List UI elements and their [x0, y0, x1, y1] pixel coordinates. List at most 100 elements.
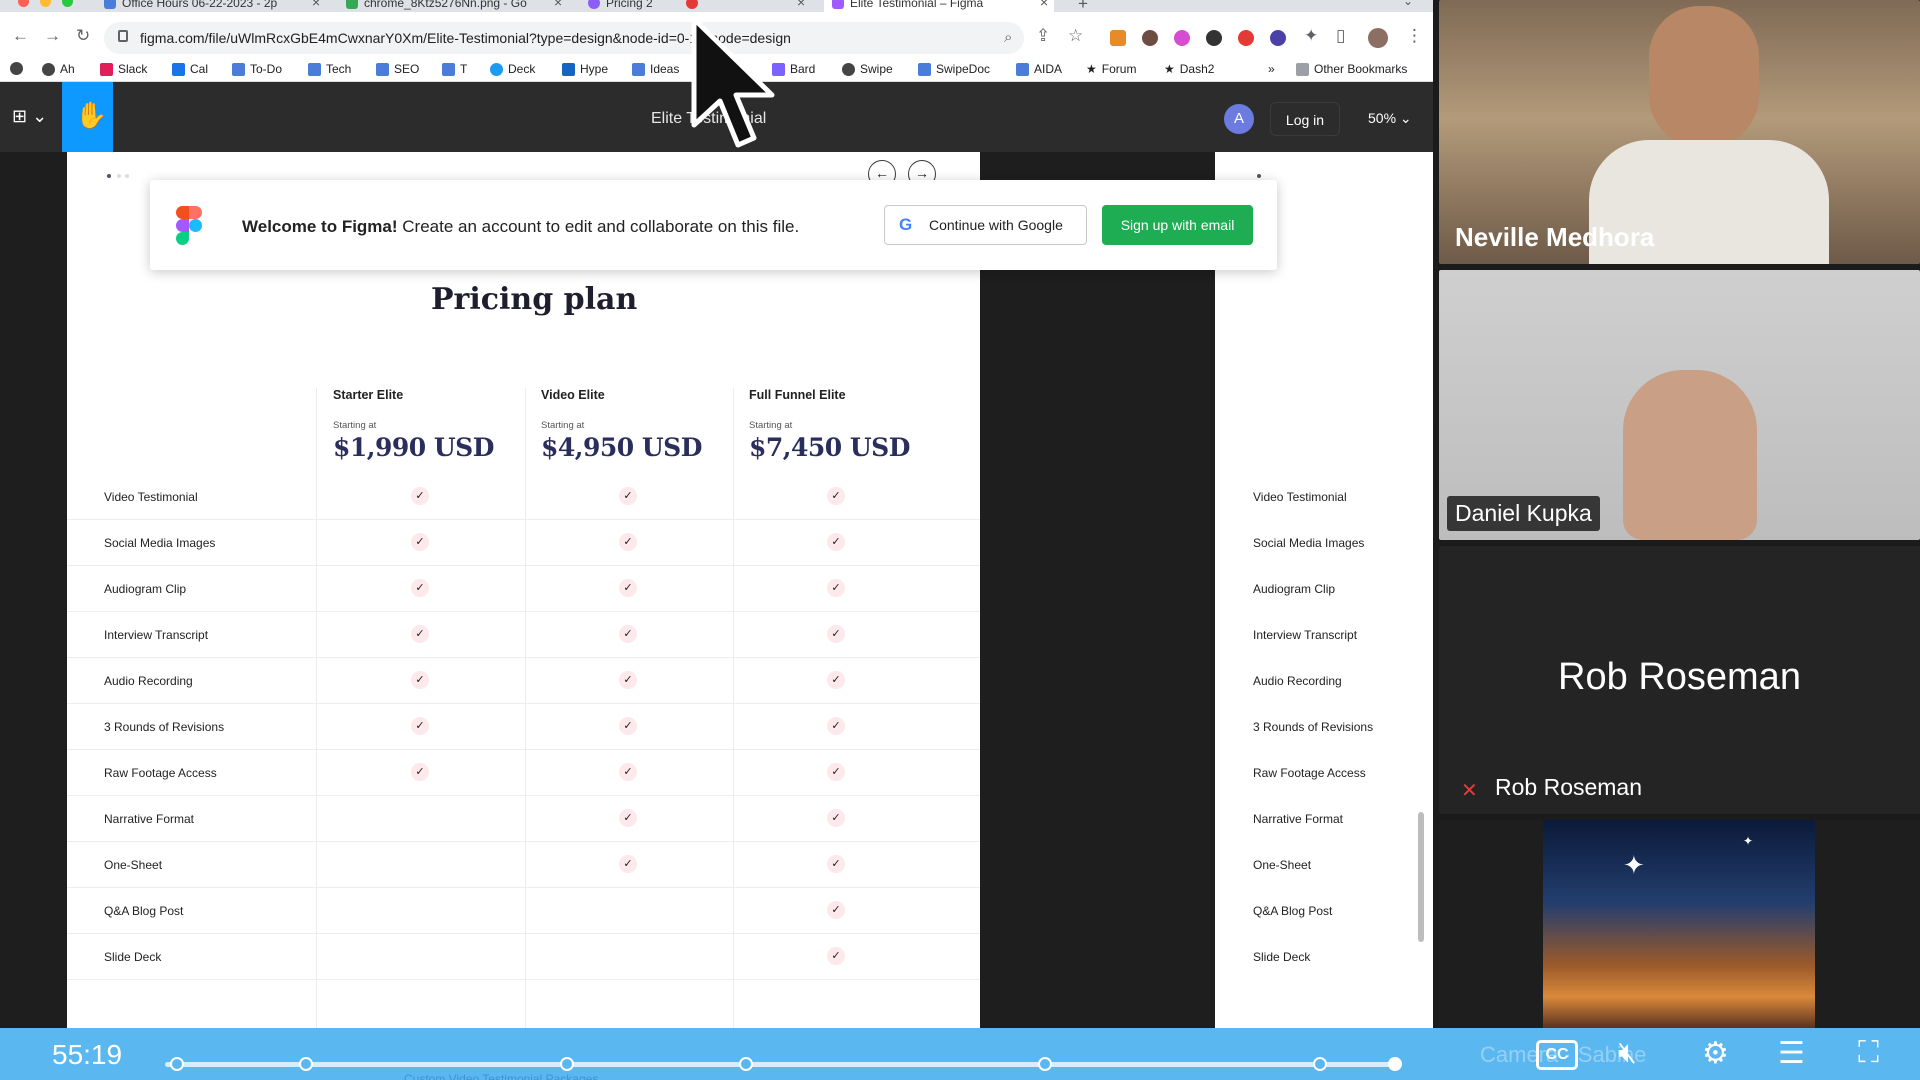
chapter-marker[interactable]: [560, 1057, 574, 1071]
bookmark-item[interactable]: Slack: [100, 62, 147, 76]
participant-tile[interactable]: ✦ ✦: [1439, 820, 1920, 1028]
profile-avatar[interactable]: [1368, 28, 1388, 48]
chapter-marker[interactable]: [170, 1057, 184, 1071]
tab-office-hours[interactable]: Office Hours 06-22-2023 - 2p: [104, 0, 304, 12]
feature-label: Interview Transcript: [1253, 628, 1358, 642]
minimize-window-icon[interactable]: [40, 0, 51, 7]
table-row: Social Media Images ✓ ✓ ✓: [67, 520, 980, 566]
bookmark-item[interactable]: SwipeDoc: [918, 62, 990, 76]
bookmarks-overflow[interactable]: »: [1268, 62, 1275, 76]
checkmark-icon: ✓: [827, 763, 845, 781]
bookmark-item[interactable]: AIDA: [1016, 62, 1062, 76]
puzzle-icon[interactable]: ✦: [1304, 26, 1318, 46]
reload-icon[interactable]: ↻: [76, 26, 90, 46]
zoom-dropdown[interactable]: 50% ⌄: [1368, 110, 1412, 127]
table-row: Q&A Blog Post ✓: [67, 888, 980, 934]
feature-label: Q&A Blog Post: [1253, 904, 1333, 918]
bookmark-item[interactable]: Swipe: [842, 62, 893, 76]
bookmark-item[interactable]: Deck: [490, 62, 535, 76]
mute-icon[interactable]: 🔇︎: [1618, 1036, 1637, 1070]
forward-icon[interactable]: →: [44, 26, 61, 46]
extension-icon[interactable]: [1238, 30, 1254, 46]
extension-icon[interactable]: [1110, 30, 1126, 46]
feature-label: Raw Footage Access: [104, 766, 217, 780]
table-row: Narrative Format ✓ ✓: [67, 796, 980, 842]
tab-pricing[interactable]: Pricing 2: [588, 0, 688, 12]
share-icon[interactable]: ⇪: [1036, 26, 1050, 46]
seek-handle[interactable]: [1388, 1057, 1402, 1071]
table-row: Audiogram Clip ✓ ✓ ✓: [67, 566, 980, 612]
calendar-icon: [172, 62, 185, 76]
extension-icon[interactable]: [1174, 30, 1190, 46]
bookmark-item[interactable]: ★ Dash2: [1164, 62, 1214, 76]
back-icon[interactable]: ←: [12, 26, 29, 46]
bookmark-item[interactable]: SEO: [376, 62, 419, 76]
extension-icon[interactable]: [1270, 30, 1286, 46]
bookmark-item[interactable]: To-Do: [232, 62, 282, 76]
hand-tool-button[interactable]: ✋: [62, 82, 113, 152]
chapter-marker[interactable]: [739, 1057, 753, 1071]
pricing-frame-duplicate[interactable]: Video Testimonial Social Media Images Audi…: [1215, 152, 1433, 1028]
chapters-list-icon[interactable]: ☰: [1778, 1036, 1805, 1071]
bookmark-item[interactable]: Ideas: [632, 62, 679, 76]
bookmark-item[interactable]: Tech: [308, 62, 351, 76]
bookmark-item[interactable]: ★ Forum: [1086, 62, 1136, 76]
participant-tile[interactable]: Daniel Kupka: [1439, 270, 1920, 540]
chapter-marker[interactable]: [1313, 1057, 1327, 1071]
close-tab-icon[interactable]: ×: [1040, 0, 1048, 10]
bookmark-item[interactable]: T: [442, 62, 467, 76]
chapter-marker[interactable]: [299, 1057, 313, 1071]
participant-name: Neville Medhora: [1455, 222, 1655, 252]
checkmark-icon: ✓: [827, 809, 845, 827]
maximize-window-icon[interactable]: [62, 0, 73, 7]
more-menu-icon[interactable]: ⋮: [1406, 26, 1423, 46]
docs-icon: [104, 0, 116, 9]
address-bar[interactable]: figma.com/file/uWlmRcxGbE4mCwxnarY0Xm/El…: [104, 22, 1024, 54]
close-tab-icon[interactable]: ×: [797, 0, 805, 10]
close-tab-icon[interactable]: ×: [554, 0, 562, 10]
avatar[interactable]: A: [1224, 104, 1254, 134]
login-button[interactable]: Log in: [1270, 102, 1340, 136]
side-panel-icon[interactable]: ▯: [1336, 26, 1345, 46]
zoom-icon[interactable]: ⌕: [1004, 29, 1012, 46]
plan-name: Full Funnel Elite: [749, 388, 846, 402]
other-bookmarks[interactable]: Other Bookmarks: [1296, 62, 1407, 76]
participant-name-large: Rob Roseman: [1558, 656, 1801, 698]
bookmark-icon-only[interactable]: [10, 62, 23, 75]
feature-label: Audiogram Clip: [1253, 582, 1336, 596]
bookmark-item[interactable]: Cal: [172, 62, 208, 76]
figma-canvas[interactable]: ← → Pricing plan Starter Elite Starting …: [0, 152, 1433, 1028]
extension-icon[interactable]: [1206, 30, 1222, 46]
bookmark-star-icon[interactable]: ☆: [1068, 26, 1083, 46]
figma-logo-icon: [176, 206, 202, 246]
fullscreen-icon[interactable]: ⛶: [1858, 1036, 1879, 1070]
tab-elite-testimonial[interactable]: Elite Testimonial – Figma: [824, 0, 1054, 12]
bookmark-item[interactable]: Ah: [42, 62, 75, 76]
canvas-scrollbar[interactable]: [1418, 812, 1424, 942]
checkmark-icon: ✓: [619, 533, 637, 551]
chapter-marker[interactable]: [1038, 1057, 1052, 1071]
tab-screenshot[interactable]: chrome_8Ktz5276Nn.png - Go: [346, 0, 546, 12]
tab-untitled[interactable]: [686, 0, 806, 12]
bookmark-item[interactable]: Hype: [562, 62, 608, 76]
tab-search-icon[interactable]: ⌄: [1403, 0, 1413, 8]
feature-label: Q&A Blog Post: [104, 904, 184, 918]
close-tab-icon[interactable]: ×: [312, 0, 320, 10]
checkmark-icon: ✓: [411, 533, 429, 551]
seek-bar[interactable]: [165, 1062, 1395, 1067]
feature-label: Slide Deck: [104, 950, 162, 964]
starting-at-label: Starting at: [541, 420, 585, 431]
pricing-frame[interactable]: ← → Pricing plan Starter Elite Starting …: [67, 152, 980, 1028]
figma-main-menu[interactable]: ⊞ ⌄: [12, 106, 47, 127]
participant-tile[interactable]: Rob Roseman ✕ Rob Roseman: [1439, 546, 1920, 814]
captions-button[interactable]: CC: [1536, 1040, 1578, 1070]
extension-icon[interactable]: [1142, 30, 1158, 46]
participant-tile[interactable]: Neville Medhora: [1439, 0, 1920, 264]
feature-label: Interview Transcript: [104, 628, 209, 642]
settings-gear-icon[interactable]: ⚙: [1702, 1036, 1729, 1071]
close-window-icon[interactable]: [18, 0, 29, 7]
continue-with-google-button[interactable]: G Continue with Google: [884, 205, 1087, 245]
checkmark-icon: ✓: [411, 487, 429, 505]
sign-up-email-button[interactable]: Sign up with email: [1102, 205, 1253, 245]
table-row: Slide Deck ✓: [67, 934, 980, 980]
